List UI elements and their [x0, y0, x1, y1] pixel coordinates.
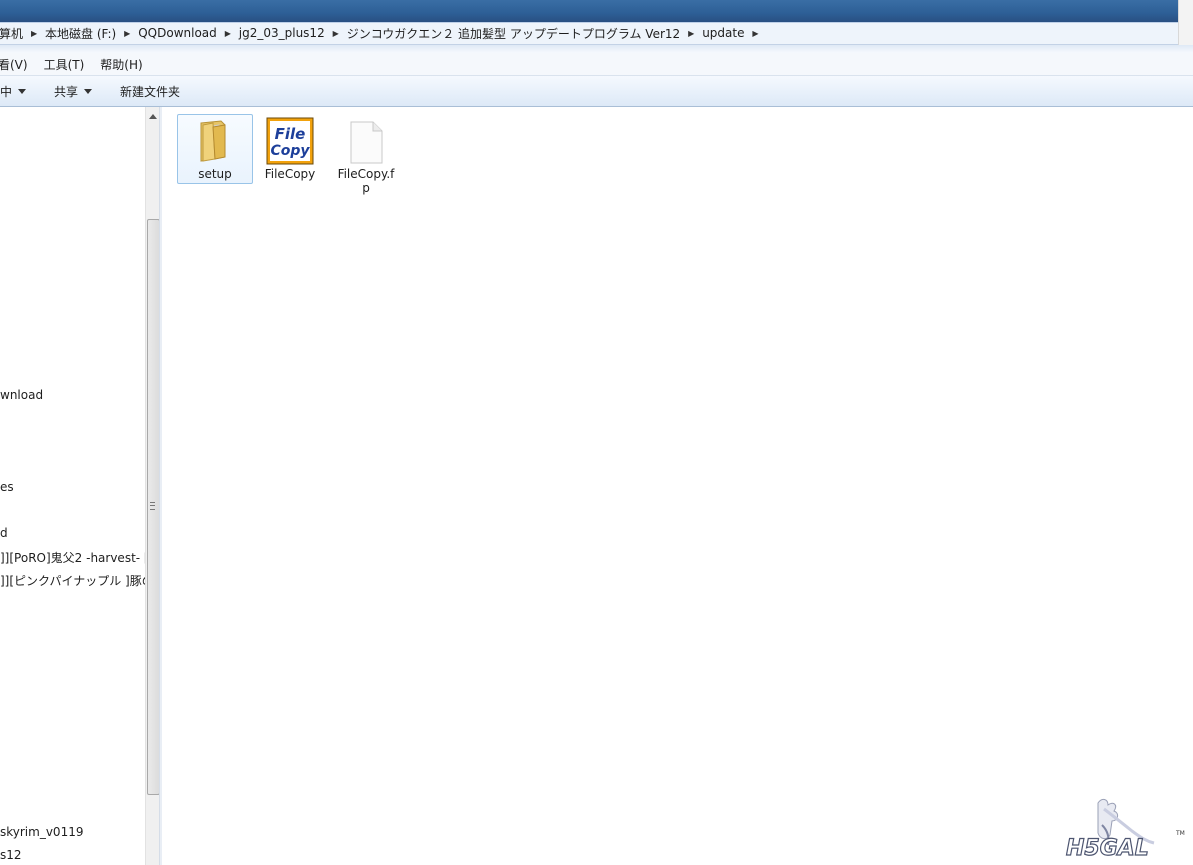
file-name: setup — [198, 167, 232, 181]
file-name: FileCopy — [264, 167, 316, 181]
include-in-library-label: 中 — [0, 84, 13, 99]
scroll-up-arrow-icon[interactable] — [149, 114, 157, 119]
file-item-filecopy[interactable]: File Copy FileCopy — [253, 115, 327, 181]
window-title-bar — [0, 0, 1193, 22]
menu-tools[interactable]: 工具(T) — [36, 56, 93, 73]
file-list-view[interactable]: setup File Copy FileCopy FileCopy.fp — [162, 107, 1193, 865]
nav-item-plus12[interactable]: s12 — [0, 848, 22, 862]
breadcrumb-local-disk[interactable]: 本地磁盘 (F:) — [41, 25, 120, 42]
breadcrumb-update-program[interactable]: ジンコウガクエン２ 追加髪型 アップデートプログラム Ver12 — [343, 25, 684, 42]
nav-item-d[interactable]: d — [0, 526, 8, 540]
nav-item-pink-pineapple[interactable]: ]][ピンクパイナップル ]豚の — [0, 572, 145, 589]
h5gal-watermark-logo: H5GAL TM — [1065, 798, 1185, 862]
breadcrumb-jg2-plus12[interactable]: jg2_03_plus12 — [235, 26, 329, 40]
chevron-down-icon — [18, 88, 27, 94]
menu-help[interactable]: 帮助(H) — [92, 56, 150, 73]
share-button[interactable]: 共享 — [40, 83, 106, 100]
file-name: FileCopy.fp — [337, 167, 395, 195]
command-toolbar: 中 共享 新建文件夹 — [0, 76, 1193, 107]
share-label: 共享 — [54, 84, 79, 99]
breadcrumb-computer[interactable]: 算机 — [0, 25, 27, 42]
blank-file-icon — [350, 121, 383, 164]
breadcrumb-arrow-icon[interactable]: ▶ — [329, 29, 343, 38]
nav-item-skyrim[interactable]: skyrim_v0119 — [0, 825, 83, 839]
header-gap — [0, 45, 1193, 53]
navigation-pane: wnload es d ]][PoRO]鬼父2 -harvest- [ ]][ピ… — [0, 107, 145, 865]
nav-item-es[interactable]: es — [0, 480, 14, 494]
scrollbar-grip-icon — [150, 502, 155, 510]
address-bar[interactable]: 算机 ▶ 本地磁盘 (F:) ▶ QQDownload ▶ jg2_03_plu… — [0, 22, 1193, 45]
svg-text:H5GAL: H5GAL — [1066, 836, 1149, 861]
menu-bar: 看(V) 工具(T) 帮助(H) — [0, 53, 1193, 76]
svg-text:TM: TM — [1175, 830, 1185, 837]
breadcrumb-arrow-icon[interactable]: ▶ — [27, 29, 41, 38]
include-in-library-button[interactable]: 中 — [0, 83, 40, 100]
chevron-down-icon — [84, 88, 93, 94]
nav-item-qqdownload[interactable]: wnload — [0, 388, 43, 402]
svg-text:File: File — [275, 125, 306, 143]
breadcrumb-qqdownload[interactable]: QQDownload — [134, 26, 221, 40]
new-folder-button[interactable]: 新建文件夹 — [106, 83, 194, 100]
breadcrumb-update[interactable]: update — [698, 26, 748, 40]
breadcrumb: 算机 ▶ 本地磁盘 (F:) ▶ QQDownload ▶ jg2_03_plu… — [0, 22, 762, 44]
breadcrumb-arrow-icon[interactable]: ▶ — [120, 29, 134, 38]
nav-item-poro[interactable]: ]][PoRO]鬼父2 -harvest- [ — [0, 549, 145, 566]
menu-view[interactable]: 看(V) — [0, 56, 36, 73]
breadcrumb-arrow-icon[interactable]: ▶ — [748, 29, 762, 38]
filecopy-app-icon: File Copy — [266, 117, 314, 165]
navigation-scrollbar[interactable] — [145, 107, 160, 865]
breadcrumb-arrow-icon[interactable]: ▶ — [221, 29, 235, 38]
breadcrumb-arrow-icon[interactable]: ▶ — [684, 29, 698, 38]
file-item-setup[interactable]: setup — [177, 114, 253, 184]
file-item-filecopy-fp[interactable]: FileCopy.fp — [329, 115, 403, 195]
svg-text:Copy: Copy — [270, 143, 310, 159]
folder-icon — [200, 120, 226, 162]
